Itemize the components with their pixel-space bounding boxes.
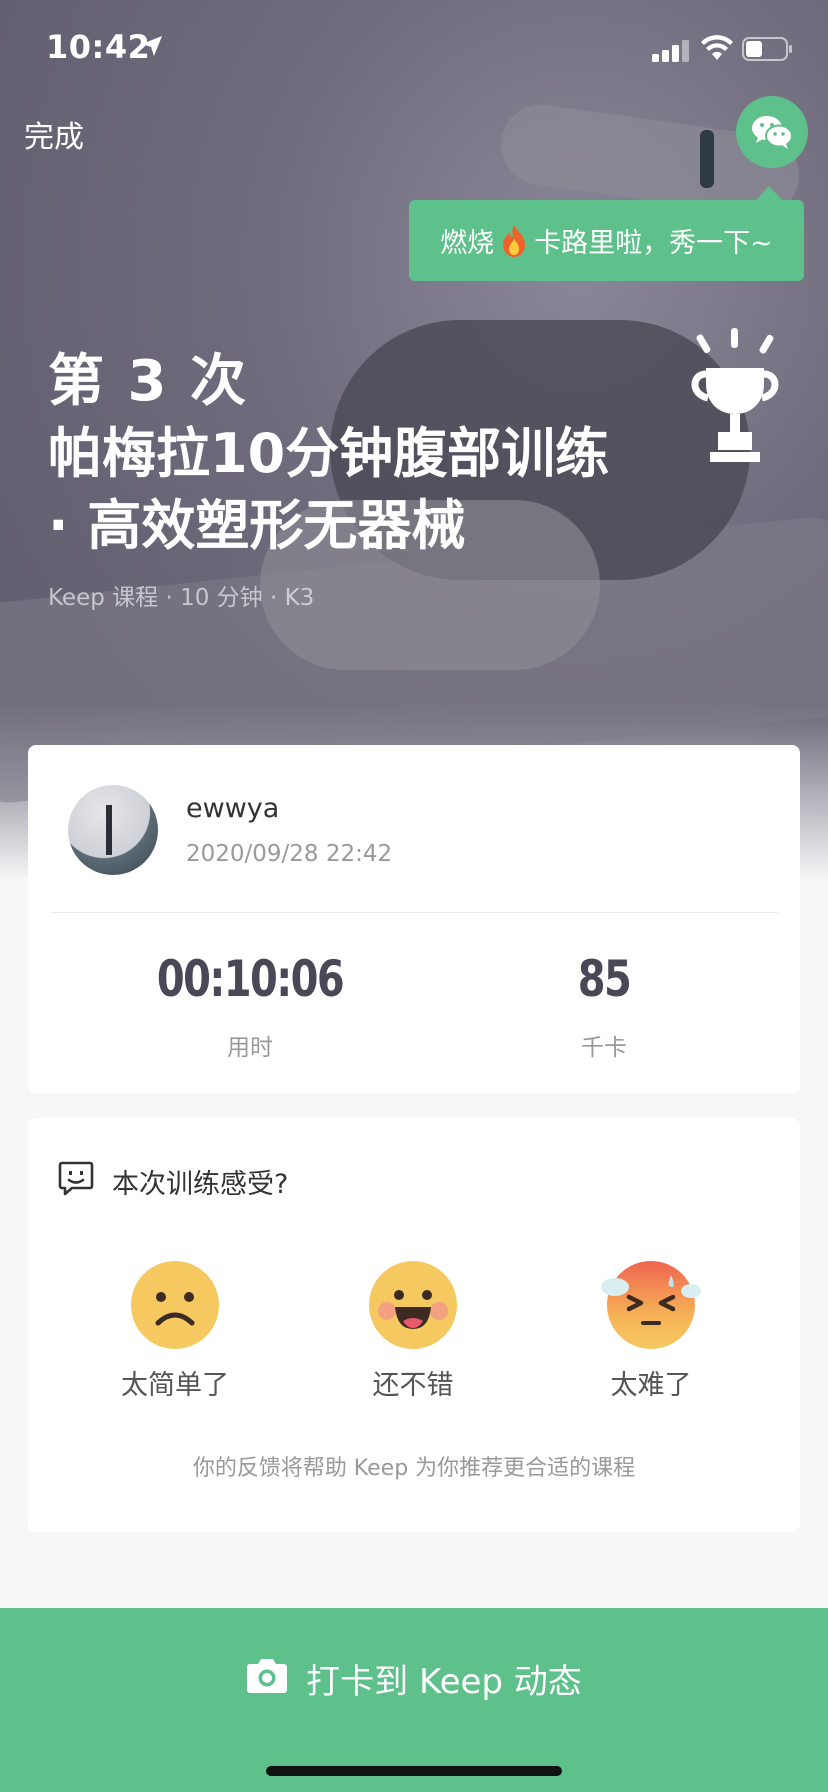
duration-label: 用时: [227, 1035, 273, 1061]
status-bar: 10:42: [0, 0, 828, 100]
fire-icon: [503, 224, 526, 257]
feedback-option-label: 太简单了: [121, 1370, 229, 1401]
wechat-share-button[interactable]: [736, 96, 808, 168]
workout-timestamp: 2020/09/28 22:42: [186, 841, 393, 867]
feedback-option-too-hard[interactable]: 太难了: [566, 1261, 736, 1402]
wifi-icon: [701, 35, 733, 60]
trophy-icon: [691, 328, 779, 462]
tooltip-text-before: 燃烧: [440, 228, 495, 259]
share-tooltip[interactable]: 燃烧 卡路里啦，秀一下~: [409, 186, 804, 281]
sad-face-icon: [131, 1261, 219, 1349]
feedback-smile-icon: [58, 1161, 94, 1196]
duration-value: 00:10:06: [156, 950, 345, 1008]
feedback-option-label: 还不错: [372, 1370, 454, 1401]
calories-label: 千卡: [581, 1035, 627, 1061]
done-button[interactable]: 完成: [24, 112, 84, 156]
location-arrow-icon: [142, 36, 162, 56]
course-meta: Keep 课程 · 10 分钟 · K3: [48, 585, 315, 611]
feedback-card: 本次训练感受? 太简单了 还不错 太难了 你的反馈将帮助 Keep 为你推荐更合…: [28, 1118, 800, 1532]
duration-stat: 00:10:06 用时: [120, 950, 380, 1062]
feedback-option-too-easy[interactable]: 太简单了: [90, 1261, 260, 1402]
username: ewwya: [186, 793, 280, 824]
course-title: 帕梅拉10分钟腹部训练 · 高效塑形无器械: [48, 422, 610, 557]
happy-face-icon: [369, 1261, 457, 1349]
hero-photo-wristband: [700, 130, 714, 188]
camera-icon: [247, 1659, 288, 1693]
battery-icon: [742, 37, 792, 61]
post-to-feed-button[interactable]: 打卡到 Keep 动态: [0, 1608, 828, 1792]
status-time: 10:42: [46, 28, 151, 66]
workout-count: 第 3 次: [48, 349, 248, 414]
avatar[interactable]: [68, 785, 158, 875]
calories-value: 85: [577, 950, 632, 1008]
feedback-title: 本次训练感受?: [112, 1169, 289, 1200]
tooltip-text-after: 卡路里啦，秀一下~: [534, 228, 773, 259]
post-to-feed-content: 打卡到 Keep 动态: [246, 1654, 582, 1702]
workout-summary-card: ewwya 2020/09/28 22:42 00:10:06 用时 85 千卡: [28, 745, 800, 1093]
post-to-feed-label: 打卡到 Keep 动态: [306, 1662, 582, 1702]
wechat-icon: [752, 116, 793, 149]
calories-stat: 85 千卡: [474, 950, 734, 1062]
feedback-note: 你的反馈将帮助 Keep 为你推荐更合适的课程: [192, 1456, 636, 1481]
feedback-option-good[interactable]: 还不错: [328, 1261, 498, 1402]
sweating-face-icon: [601, 1261, 701, 1349]
home-indicator: [266, 1766, 562, 1776]
cellular-signal-icon: [652, 40, 689, 62]
feedback-option-label: 太难了: [610, 1370, 692, 1401]
divider: [50, 912, 778, 913]
